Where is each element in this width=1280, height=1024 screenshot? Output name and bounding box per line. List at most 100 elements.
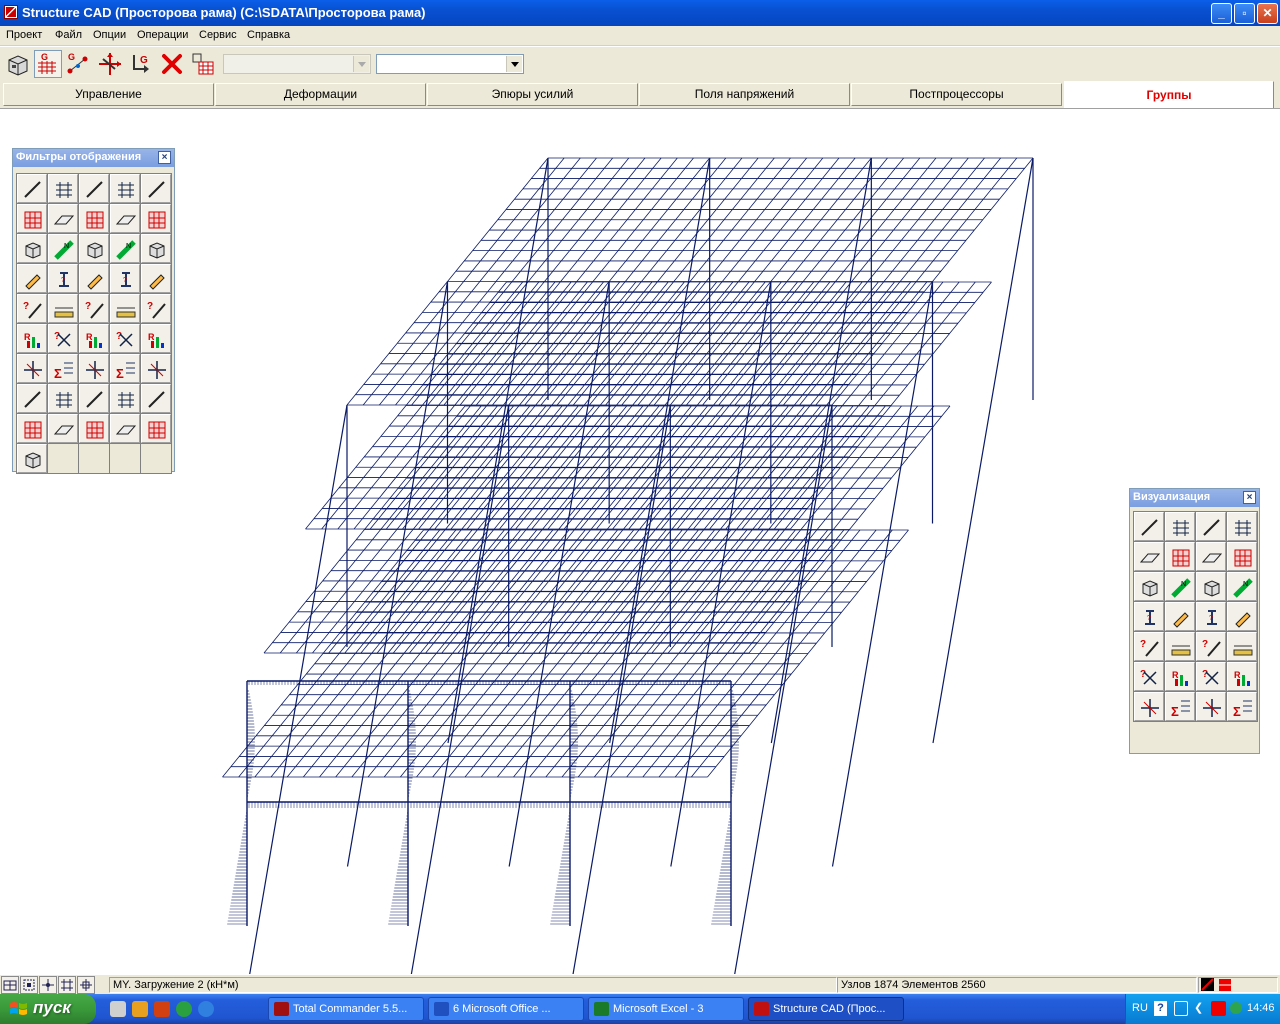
visual-tool-28[interactable]: Σ — [1227, 692, 1257, 721]
combo-select[interactable] — [376, 54, 524, 74]
quicklaunch-folder-icon[interactable] — [132, 1001, 148, 1017]
filter-tool-44[interactable] — [110, 414, 140, 443]
visual-tool-21[interactable]: ? — [1134, 662, 1164, 691]
tab-postprocessors[interactable]: Постпроцессоры — [851, 83, 1062, 106]
status-view-button-3[interactable] — [39, 976, 57, 994]
minimize-button[interactable]: _ — [1211, 3, 1232, 24]
filter-tool-39[interactable] — [110, 384, 140, 413]
filter-tool-14[interactable]: N — [110, 234, 140, 263]
maximize-button[interactable]: ▫ — [1234, 3, 1255, 24]
visual-tool-12[interactable]: N — [1227, 572, 1257, 601]
filter-tool-30[interactable]: R — [141, 324, 171, 353]
delete-button[interactable] — [158, 50, 186, 78]
visual-tool-19[interactable]: ? — [1196, 632, 1226, 661]
filter-tool-18[interactable] — [79, 264, 109, 293]
chevron-down-icon[interactable] — [353, 56, 369, 72]
task-structure-cad[interactable]: Structure CAD (Прос... — [748, 997, 904, 1021]
keyboard-icon[interactable] — [1174, 1001, 1188, 1016]
filter-tool-5[interactable] — [141, 174, 171, 203]
visual-tool-4[interactable] — [1227, 512, 1257, 541]
task-excel[interactable]: Microsoft Excel - 3 — [588, 997, 744, 1021]
grid-g-button[interactable]: G — [34, 50, 62, 78]
filter-tool-24[interactable] — [110, 294, 140, 323]
status-view-button-5[interactable] — [77, 976, 95, 994]
tab-deformations[interactable]: Деформации — [215, 83, 426, 106]
status-view-button-1[interactable] — [1, 976, 19, 994]
filter-tool-6[interactable] — [17, 204, 47, 233]
filter-tool-41[interactable] — [17, 414, 47, 443]
visual-tool-10[interactable]: N — [1165, 572, 1195, 601]
filter-tool-16[interactable] — [17, 264, 47, 293]
visual-tool-13[interactable]: ? — [1134, 602, 1164, 631]
filter-tool-37[interactable] — [48, 384, 78, 413]
filter-tool-25[interactable]: ? — [141, 294, 171, 323]
filter-tool-35[interactable] — [141, 354, 171, 383]
filter-tool-28[interactable]: R — [79, 324, 109, 353]
filter-tool-9[interactable] — [110, 204, 140, 233]
filter-tool-34[interactable]: Σ — [110, 354, 140, 383]
visual-tool-8[interactable] — [1227, 542, 1257, 571]
quicklaunch-desktop-icon[interactable] — [110, 1001, 126, 1017]
view-3d-button[interactable] — [4, 50, 32, 78]
filter-tool-11[interactable] — [17, 234, 47, 263]
tab-groups[interactable]: Группы — [1064, 81, 1274, 108]
menu-service[interactable]: Сервис — [199, 29, 237, 41]
quicklaunch-media-icon[interactable] — [154, 1001, 170, 1017]
filter-tool-19[interactable]: ? — [110, 264, 140, 293]
filter-tool-43[interactable] — [79, 414, 109, 443]
visualization-palette-close-button[interactable]: × — [1243, 491, 1256, 504]
quicklaunch-play-icon[interactable] — [176, 1001, 192, 1017]
filter-tool-31[interactable] — [17, 354, 47, 383]
visual-tool-6[interactable] — [1165, 542, 1195, 571]
filter-tool-13[interactable] — [79, 234, 109, 263]
network-icon[interactable] — [1230, 1002, 1242, 1014]
quicklaunch-browser-icon[interactable] — [198, 1001, 214, 1017]
visual-tool-17[interactable]: ? — [1134, 632, 1164, 661]
visual-tool-7[interactable] — [1196, 542, 1226, 571]
visual-tool-22[interactable]: R — [1165, 662, 1195, 691]
visual-tool-26[interactable]: Σ — [1165, 692, 1195, 721]
filter-tool-3[interactable] — [79, 174, 109, 203]
filter-tool-46[interactable] — [17, 444, 47, 473]
filter-tool-36[interactable] — [17, 384, 47, 413]
help-icon[interactable]: ? — [1154, 1001, 1167, 1016]
filter-tool-23[interactable]: ? — [79, 294, 109, 323]
visual-tool-24[interactable]: R — [1227, 662, 1257, 691]
move-node-button[interactable] — [96, 50, 124, 78]
filter-tool-42[interactable] — [48, 414, 78, 443]
task-total-commander[interactable]: Total Commander 5.5... — [268, 997, 424, 1021]
filter-tool-17[interactable]: ? — [48, 264, 78, 293]
tab-force-diagrams[interactable]: Эпюры усилий — [427, 83, 638, 106]
visual-tool-1[interactable] — [1134, 512, 1164, 541]
filter-tool-20[interactable] — [141, 264, 171, 293]
start-button[interactable]: пуск — [0, 994, 96, 1024]
filter-tool-32[interactable]: Σ — [48, 354, 78, 383]
filter-tool-10[interactable] — [141, 204, 171, 233]
filter-tool-33[interactable] — [79, 354, 109, 383]
visual-tool-20[interactable] — [1227, 632, 1257, 661]
filter-tool-26[interactable]: R — [17, 324, 47, 353]
visual-tool-5[interactable] — [1134, 542, 1164, 571]
chevron-down-icon[interactable] — [506, 56, 522, 72]
filter-tool-21[interactable]: ? — [17, 294, 47, 323]
menu-help[interactable]: Справка — [247, 29, 290, 41]
filter-tool-2[interactable] — [48, 174, 78, 203]
visual-tool-11[interactable] — [1196, 572, 1226, 601]
filter-tool-45[interactable] — [141, 414, 171, 443]
frame-drawing[interactable] — [0, 109, 1280, 975]
filter-tool-38[interactable] — [79, 384, 109, 413]
status-view-button-4[interactable] — [58, 976, 76, 994]
visual-tool-16[interactable] — [1227, 602, 1257, 631]
antivirus-icon[interactable] — [1211, 1001, 1226, 1016]
filter-tool-4[interactable] — [110, 174, 140, 203]
filter-tool-40[interactable] — [141, 384, 171, 413]
menu-options[interactable]: Опции — [93, 29, 126, 41]
close-button[interactable]: ✕ — [1257, 3, 1278, 24]
combo-disabled[interactable] — [223, 54, 371, 74]
filter-tool-1[interactable] — [17, 174, 47, 203]
tab-control[interactable]: Управление — [3, 83, 214, 106]
nodes-g-button[interactable]: G — [64, 50, 92, 78]
filter-tool-15[interactable] — [141, 234, 171, 263]
visual-tool-15[interactable]: ? — [1196, 602, 1226, 631]
task-microsoft-office[interactable]: 6 Microsoft Office ... — [428, 997, 584, 1021]
